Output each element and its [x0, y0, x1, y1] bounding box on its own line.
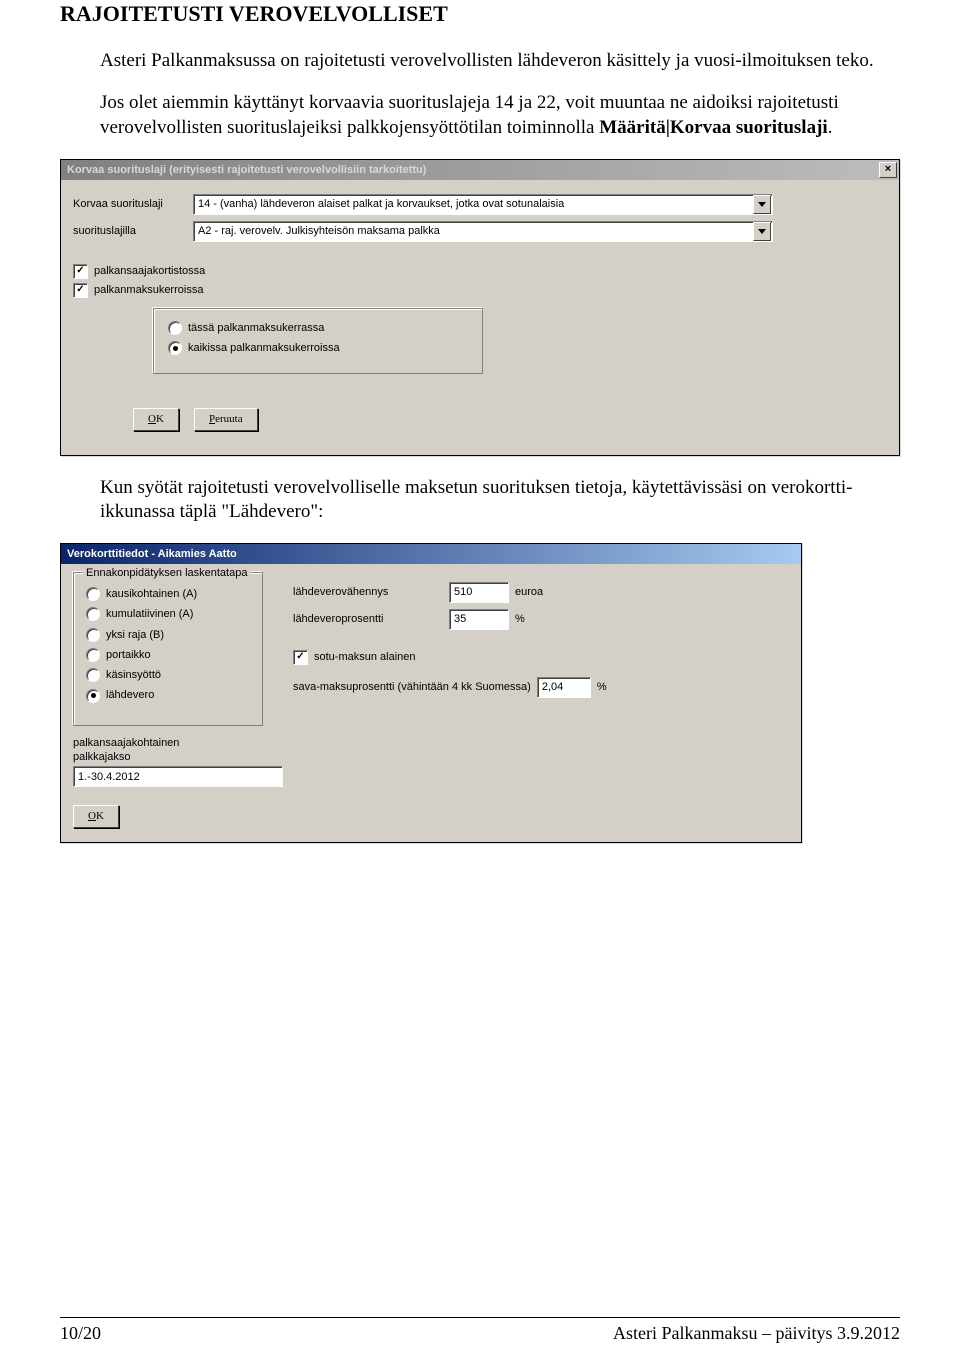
radio-portaikko[interactable]: portaikko: [86, 648, 250, 662]
label-suorituslajilla: suorituslajilla: [73, 224, 193, 238]
unit-euroa: euroa: [515, 585, 555, 599]
radio-icon: [86, 628, 100, 642]
radio-icon: [168, 321, 182, 335]
radio-tassa-kerrassa[interactable]: tässä palkanmaksukerrassa: [168, 321, 468, 335]
radio1-label: tässä palkanmaksukerrassa: [188, 321, 324, 335]
combo2-value: A2 - raj. verovelv. Julkisyhteisön maksa…: [198, 224, 753, 238]
radio-label: portaikko: [106, 648, 151, 662]
cancel-label-rest: eruuta: [215, 413, 242, 425]
check-palkansaajakortistossa[interactable]: palkansaajakortistossa: [73, 264, 887, 279]
footer-page-number: 10/20: [60, 1322, 101, 1345]
dialog-verokorttitiedot: Verokorttitiedot - Aikamies Aatto Ennako…: [60, 543, 802, 843]
pjakso-label1: palkansaajakohtainen: [73, 736, 263, 750]
lvv-value: 510: [454, 585, 472, 599]
radio-kausikohtainen[interactable]: kausikohtainen (A): [86, 587, 250, 601]
page-footer: 10/20 Asteri Palkanmaksu – päivitys 3.9.…: [60, 1317, 900, 1345]
label-sava: sava-maksuprosentti (vähintään 4 kk Suom…: [293, 680, 531, 694]
dialog1-title: Korvaa suorituslaji (erityisesti rajoite…: [63, 163, 879, 177]
radio-icon: [86, 689, 100, 703]
fieldset-laskentatapa: Ennakonpidätyksen laskentatapa kausikoht…: [73, 572, 263, 726]
radio-icon: [86, 587, 100, 601]
footer-version: Asteri Palkanmaksu – päivitys 3.9.2012: [613, 1322, 900, 1345]
field-lahdeverovahennys[interactable]: 510: [449, 582, 509, 603]
chevron-down-icon[interactable]: [753, 195, 771, 214]
radio-label: kumulatiivinen (A): [106, 607, 193, 621]
radio-lahdevero[interactable]: lähdevero: [86, 688, 250, 702]
radio-label: lähdevero: [106, 688, 154, 702]
combo-suorituslajilla[interactable]: A2 - raj. verovelv. Julkisyhteisön maksa…: [193, 221, 773, 242]
page-heading: RAJOITETUSTI VEROVELVOLLISET: [60, 0, 900, 29]
radio2-label: kaikissa palkanmaksukerroissa: [188, 341, 340, 355]
close-icon[interactable]: ×: [879, 162, 897, 178]
radio-icon: [86, 648, 100, 662]
checkbox-icon: [73, 283, 88, 298]
ok-button[interactable]: OK: [133, 408, 179, 430]
checkbox-icon: [73, 264, 88, 279]
radio-group-kerrat: tässä palkanmaksukerrassa kaikissa palka…: [153, 308, 483, 375]
check2-label: palkanmaksukerroissa: [94, 283, 203, 297]
chevron-down-icon[interactable]: [753, 222, 771, 241]
radio-label: käsinsyöttö: [106, 668, 161, 682]
dialog1-titlebar[interactable]: Korvaa suorituslaji (erityisesti rajoite…: [61, 160, 899, 180]
radio-label: kausikohtainen (A): [106, 587, 197, 601]
check1-label: palkansaajakortistossa: [94, 264, 205, 278]
radio-icon: [168, 341, 182, 355]
field-sava[interactable]: 2,04: [537, 677, 591, 698]
palkkajakso-block: palkansaajakohtainen palkkajakso 1.-30.4…: [73, 736, 263, 788]
sotu-label: sotu-maksun alainen: [314, 650, 416, 664]
dialog-korvaa-suorituslaji: Korvaa suorituslaji (erityisesti rajoite…: [60, 159, 900, 456]
ok-button[interactable]: OK: [73, 805, 119, 827]
radio-yksi-raja[interactable]: yksi raja (B): [86, 628, 250, 642]
label-lahdeveroprosentti: lähdeveroprosentti: [293, 612, 443, 626]
radio-icon: [86, 668, 100, 682]
combo-korvaa-suorituslaji[interactable]: 14 - (vanha) lähdeveron alaiset palkat j…: [193, 194, 773, 215]
radio-kasinsyotto[interactable]: käsinsyöttö: [86, 668, 250, 682]
dialog2-titlebar[interactable]: Verokorttitiedot - Aikamies Aatto: [61, 544, 801, 564]
ok2-rest: K: [96, 810, 104, 822]
label-korvaa-suorituslaji: Korvaa suorituslaji: [73, 197, 193, 211]
radio-label: yksi raja (B): [106, 628, 164, 642]
intro-paragraph-1: Asteri Palkanmaksussa on rajoitetusti ve…: [100, 49, 880, 74]
palkkajakso-field[interactable]: 1.-30.4.2012: [73, 766, 283, 787]
middle-paragraph: Kun syötät rajoitetusti verovelvollisell…: [100, 476, 880, 525]
pjakso-value: 1.-30.4.2012: [78, 770, 140, 784]
checkbox-icon: [293, 650, 308, 665]
cancel-button[interactable]: Peruuta: [194, 408, 258, 430]
intro-paragraph-2: Jos olet aiemmin käyttänyt korvaavia suo…: [100, 91, 880, 140]
unit-percent: %: [515, 612, 555, 626]
check-palkanmaksukerroissa[interactable]: palkanmaksukerroissa: [73, 283, 887, 298]
intro2-text-b: .: [828, 117, 833, 138]
unit-percent: %: [597, 680, 607, 694]
pjakso-label2: palkkajakso: [73, 750, 263, 764]
ok-label-rest: K: [156, 413, 164, 425]
dialog2-title: Verokorttitiedot - Aikamies Aatto: [63, 547, 799, 561]
combo1-value: 14 - (vanha) lähdeveron alaiset palkat j…: [198, 197, 753, 211]
radio-kaikissa-kerroissa[interactable]: kaikissa palkanmaksukerroissa: [168, 341, 468, 355]
radio-kumulatiivinen[interactable]: kumulatiivinen (A): [86, 607, 250, 621]
field-lahdeveroprosentti[interactable]: 35: [449, 609, 509, 630]
lvp-value: 35: [454, 612, 466, 626]
fieldset-legend: Ennakonpidätyksen laskentatapa: [82, 566, 251, 580]
intro2-command: Määritä|Korvaa suorituslaji: [599, 117, 827, 138]
radio-icon: [86, 607, 100, 621]
check-sotu-alainen[interactable]: sotu-maksun alainen: [293, 650, 789, 665]
label-lahdeverovahennys: lähdeverovähennys: [293, 585, 443, 599]
sava-value: 2,04: [542, 680, 563, 694]
